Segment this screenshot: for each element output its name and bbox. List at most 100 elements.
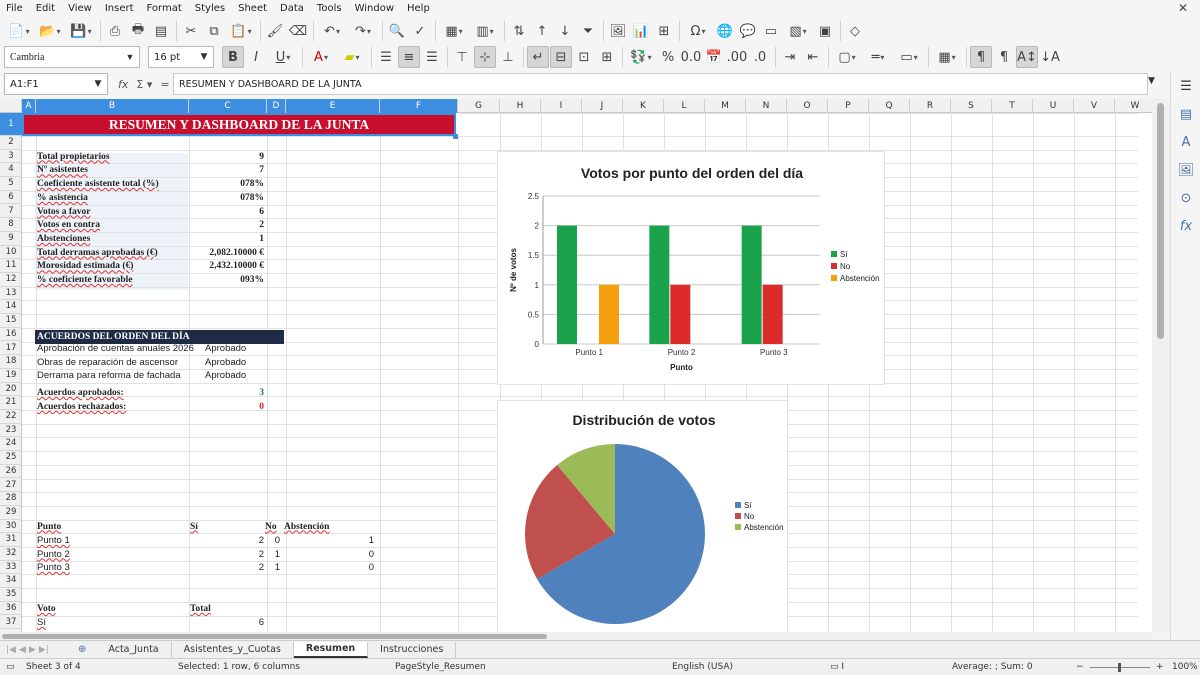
column-header[interactable]: M (705, 99, 746, 113)
summary-value[interactable]: 078% (188, 177, 266, 191)
sheet-tab[interactable]: Instrucciones (368, 641, 457, 658)
row-header[interactable]: 33 (0, 561, 22, 575)
aprobados-label[interactable]: Acuerdos aprobados: (35, 386, 126, 400)
number-format-icon[interactable]: 0.0 (680, 46, 702, 68)
vote-table-header[interactable]: No (263, 520, 279, 534)
paste-icon[interactable]: 📋 (226, 20, 256, 42)
unmerge-cells-icon[interactable]: ⊞ (596, 46, 618, 68)
bar[interactable] (599, 284, 619, 344)
zoom-slider-knob[interactable] (1118, 663, 1121, 672)
find-replace-icon[interactable]: 🔍 (386, 20, 408, 42)
horizontal-scrollbar[interactable] (0, 632, 1152, 640)
date-format-icon[interactable]: 📅 (703, 46, 725, 68)
border-color-icon[interactable]: ▭ (894, 46, 924, 68)
summary-value[interactable]: 2,082.10000 € (188, 246, 266, 260)
text-direction-icon[interactable]: A↕ (1016, 46, 1038, 68)
column-header[interactable]: K (623, 99, 664, 113)
close-document-icon[interactable]: ✕ (1178, 1, 1188, 15)
voto-cell[interactable]: Sí (35, 616, 48, 630)
menu-tools[interactable]: Tools (317, 3, 342, 14)
autofilter-icon[interactable]: ⏷ (577, 20, 599, 42)
summary-value[interactable]: 6 (188, 205, 266, 219)
prev-sheet-icon[interactable]: ◀ (19, 645, 26, 655)
font-color-icon[interactable]: A (306, 46, 336, 68)
pivot-table-icon[interactable]: ⊞ (653, 20, 675, 42)
merge-center-icon[interactable]: ⊟ (550, 46, 572, 68)
summary-label[interactable]: % asistencia (35, 191, 90, 205)
zoom-in-icon[interactable]: + (1156, 662, 1164, 672)
vote-table-cell[interactable]: 0 (282, 561, 376, 575)
freeze-rows-icon[interactable]: ▣ (814, 20, 836, 42)
align-center-icon[interactable]: ≡ (398, 46, 420, 68)
acuerdo-label[interactable]: Obras de reparación de ascensor (35, 355, 180, 369)
vote-table-cell[interactable]: 0 (282, 547, 376, 561)
acuerdo-status[interactable]: Aprobado (203, 355, 248, 369)
row-header[interactable]: 8 (0, 218, 22, 232)
row-header[interactable]: 9 (0, 232, 22, 246)
navigator-icon[interactable]: ⊙ (1171, 184, 1200, 212)
menu-file[interactable]: File (6, 3, 23, 14)
summary-label[interactable]: Total propietarios (35, 150, 112, 164)
row-header[interactable]: 23 (0, 424, 22, 438)
export-pdf-icon[interactable]: ⎙ (104, 20, 126, 42)
spreadsheet-grid[interactable]: ABCDEFGHIJKLMNOPQRSTUVW 1 2 3 4 5 6 7 8 9 10 11 12 1… (0, 99, 1152, 632)
borders-icon[interactable]: ▢ (832, 46, 862, 68)
sum-status[interactable]: Average: ; Sum: 0 (952, 662, 1033, 672)
vote-table-cell[interactable]: Punto 3 (35, 561, 72, 575)
column-header[interactable]: N (746, 99, 787, 113)
row-header[interactable]: 11 (0, 259, 22, 273)
summary-value[interactable]: 078% (188, 191, 266, 205)
clone-formatting-icon[interactable]: 🖌 (264, 20, 286, 42)
row-header[interactable]: 22 (0, 410, 22, 424)
summary-label[interactable]: Total derramas aprobadas (€) (35, 246, 160, 260)
column-header[interactable]: W (1115, 99, 1152, 113)
row-header[interactable]: 7 (0, 205, 22, 219)
italic-icon[interactable]: I (245, 46, 267, 68)
last-sheet-icon[interactable]: ▶| (39, 645, 49, 655)
pie-chart[interactable]: Distribución de votos Sí No Abstención (497, 400, 788, 632)
left-to-right-icon[interactable]: ¶ (970, 46, 992, 68)
summary-label[interactable]: Votos en contra (35, 218, 102, 232)
row-header[interactable]: 3 (0, 150, 22, 164)
column-icon[interactable]: ▥ (470, 20, 500, 42)
menu-styles[interactable]: Styles (195, 3, 225, 14)
page-style-status[interactable]: PageStyle_Resumen (395, 662, 486, 672)
vote-table-cell[interactable]: 2 (188, 547, 266, 561)
add-sheet-icon[interactable]: ⊕ (78, 644, 86, 655)
open-folder-icon[interactable]: 📂 (35, 20, 65, 42)
column-header[interactable]: E (286, 99, 380, 113)
add-decimal-icon[interactable]: .00 (726, 46, 748, 68)
row-header[interactable]: 20 (0, 383, 22, 397)
sidebar-menu-icon[interactable]: ☰ (1171, 72, 1200, 100)
column-header[interactable]: G (458, 99, 500, 113)
comment-icon[interactable]: 💬 (737, 20, 759, 42)
column-header[interactable]: Q (869, 99, 910, 113)
bar[interactable] (741, 225, 762, 344)
aprobados-value[interactable]: 3 (188, 386, 266, 400)
decrease-indent-icon[interactable]: ⇤ (802, 46, 824, 68)
font-name-combo[interactable]: Cambria ▼ (4, 46, 140, 68)
print-preview-icon[interactable]: ▤ (150, 20, 172, 42)
row-header[interactable]: 19 (0, 369, 22, 383)
column-header[interactable]: P (828, 99, 869, 113)
row-header[interactable]: 25 (0, 451, 22, 465)
special-character-icon[interactable]: Ω (683, 20, 713, 42)
spelling-icon[interactable]: ✓ (409, 20, 431, 42)
summary-label[interactable]: Abstenciones (35, 232, 92, 246)
selection-handle[interactable] (453, 134, 458, 139)
chevron-down-icon[interactable]: ▼ (89, 74, 107, 94)
column-header[interactable]: T (992, 99, 1033, 113)
row-header[interactable]: 35 (0, 588, 22, 602)
vote-table-header[interactable]: Punto (35, 520, 63, 534)
row-header[interactable]: 14 (0, 300, 22, 315)
row-header[interactable]: 21 (0, 396, 22, 410)
sum-icon[interactable]: Σ ▾ (136, 78, 152, 91)
zoom-out-icon[interactable]: − (1076, 662, 1084, 672)
delete-decimal-icon[interactable]: .0 (749, 46, 771, 68)
column-header[interactable]: V (1074, 99, 1115, 113)
menu-edit[interactable]: Edit (36, 3, 55, 14)
align-middle-icon[interactable]: ⊹ (474, 46, 496, 68)
first-sheet-icon[interactable]: |◀ (6, 645, 16, 655)
functions-icon[interactable]: fx (1171, 212, 1200, 240)
row-header[interactable]: 12 (0, 273, 22, 287)
